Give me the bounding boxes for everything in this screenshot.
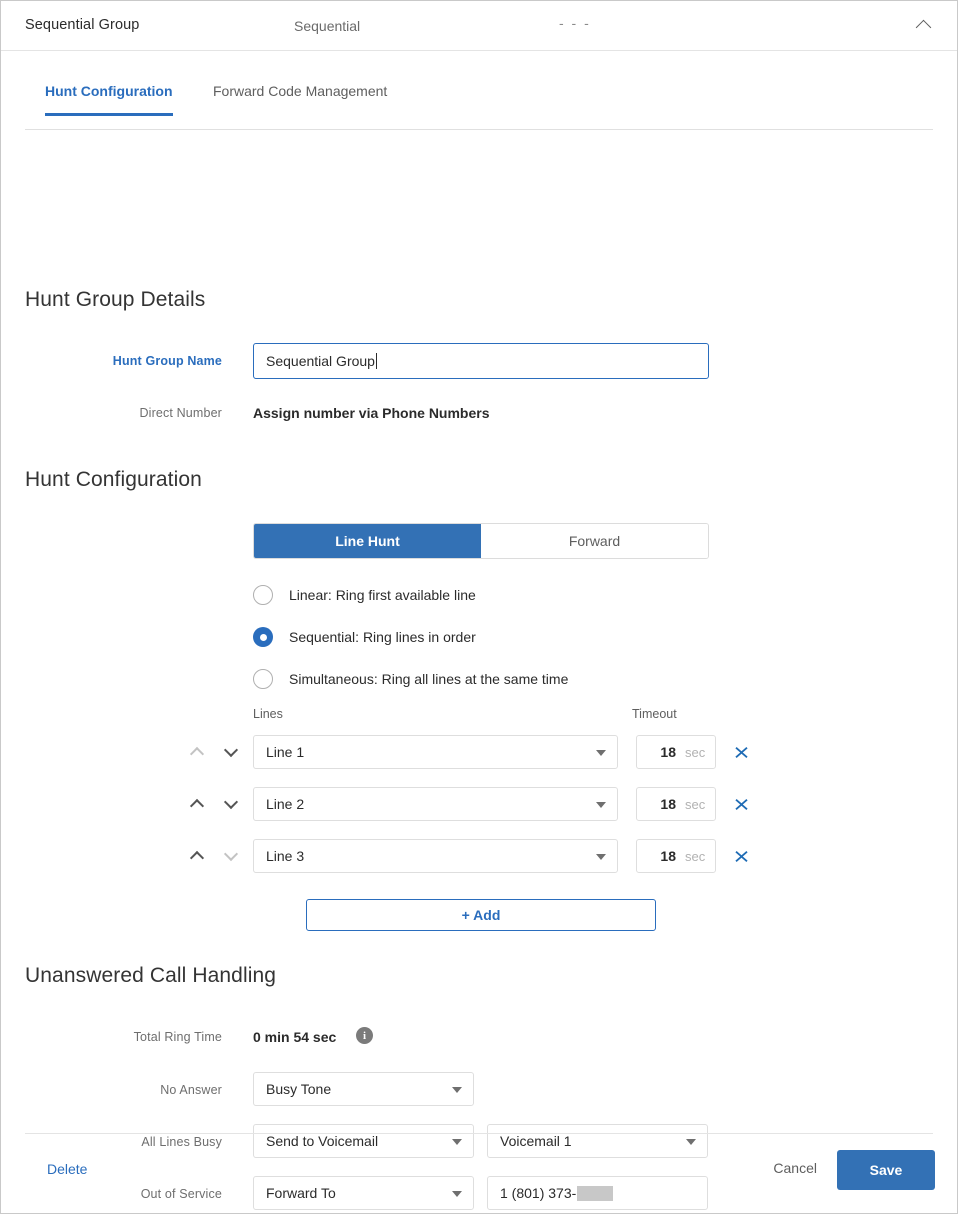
table-row: Line 2 18 sec xyxy=(1,787,957,821)
out-of-service-label: Out of Service xyxy=(140,1187,222,1201)
all-lines-busy-label: All Lines Busy xyxy=(141,1135,222,1149)
chevron-down-icon xyxy=(223,794,239,810)
hunt-group-number-placeholder: - - - xyxy=(559,15,591,31)
hunt-group-title: Sequential Group xyxy=(25,17,140,33)
timeout-input-2[interactable]: 18 sec xyxy=(636,787,716,821)
close-x-icon xyxy=(734,850,748,862)
radio-simultaneous-icon xyxy=(253,669,273,689)
timeout-value-1: 18 xyxy=(660,744,676,760)
hunt-group-name-label: Hunt Group Name xyxy=(112,354,222,368)
out-of-service-number-input[interactable]: 1 (801) 373- xyxy=(487,1176,708,1210)
remove-line-button-2[interactable] xyxy=(730,787,752,821)
tab-bar: Hunt Configuration Forward Code Manageme… xyxy=(25,83,933,130)
unanswered-call-handling-heading: Unanswered Call Handling xyxy=(25,964,277,987)
radio-simultaneous-label: Simultaneous: Ring all lines at the same… xyxy=(289,671,569,687)
chevron-up-icon xyxy=(189,850,205,866)
hunt-group-details-heading: Hunt Group Details xyxy=(25,288,206,311)
hunt-group-editor-panel: Sequential Group Sequential - - - Hunt C… xyxy=(0,0,958,1214)
info-icon[interactable]: i xyxy=(356,1027,373,1044)
chevron-down-icon xyxy=(686,1139,696,1145)
no-answer-label: No Answer xyxy=(160,1083,222,1097)
text-caret xyxy=(375,353,377,369)
all-lines-busy-select[interactable]: Send to Voicemail xyxy=(253,1124,474,1158)
line-select-2[interactable]: Line 2 xyxy=(253,787,618,821)
chevron-up-icon xyxy=(189,798,205,814)
chevron-down-icon xyxy=(452,1139,462,1145)
chevron-down-icon xyxy=(452,1191,462,1197)
out-of-service-value: Forward To xyxy=(266,1185,336,1201)
remove-line-button-1[interactable] xyxy=(730,735,752,769)
radio-sequential-label: Sequential: Ring lines in order xyxy=(289,629,476,645)
chevron-down-icon xyxy=(596,750,606,756)
timeout-input-3[interactable]: 18 sec xyxy=(636,839,716,873)
line-select-1[interactable]: Line 1 xyxy=(253,735,618,769)
close-x-icon xyxy=(734,746,748,758)
all-lines-busy-target-select[interactable]: Voicemail 1 xyxy=(487,1124,708,1158)
close-x-icon xyxy=(734,798,748,810)
radio-sequential-icon xyxy=(253,627,273,647)
no-answer-value: Busy Tone xyxy=(266,1081,332,1097)
hunt-group-type: Sequential xyxy=(294,18,361,34)
chevron-down-icon xyxy=(223,742,239,758)
move-line-down-button-2[interactable] xyxy=(220,787,242,821)
delete-button[interactable]: Delete xyxy=(47,1161,87,1177)
radio-option-simultaneous[interactable]: Simultaneous: Ring all lines at the same… xyxy=(253,669,568,689)
save-button[interactable]: Save xyxy=(837,1150,935,1190)
chevron-down-icon xyxy=(223,846,239,862)
hunt-mode-segmented-control: Line Hunt Forward xyxy=(253,523,709,559)
total-ring-time-value: 0 min 54 sec xyxy=(253,1029,337,1045)
line-select-3[interactable]: Line 3 xyxy=(253,839,618,873)
timeout-unit-2: sec xyxy=(685,796,706,812)
add-line-button[interactable]: + Add xyxy=(306,899,656,931)
table-row: Line 1 18 sec xyxy=(1,735,957,769)
lines-column-header: Lines xyxy=(253,707,283,721)
timeout-unit-3: sec xyxy=(685,848,706,864)
tab-hunt-configuration[interactable]: Hunt Configuration xyxy=(45,83,173,116)
cancel-button[interactable]: Cancel xyxy=(773,1160,817,1176)
move-line-up-button-2[interactable] xyxy=(186,787,208,821)
all-lines-busy-value: Send to Voicemail xyxy=(266,1133,379,1149)
table-row: Line 3 18 sec xyxy=(1,839,957,873)
direct-number-value: Assign number via Phone Numbers xyxy=(253,405,490,421)
move-line-up-button-3[interactable] xyxy=(186,839,208,873)
timeout-column-header: Timeout xyxy=(632,707,677,721)
chevron-up-icon xyxy=(189,746,205,762)
hunt-configuration-heading: Hunt Configuration xyxy=(25,468,202,491)
radio-option-linear[interactable]: Linear: Ring first available line xyxy=(253,585,476,605)
radio-linear-icon xyxy=(253,585,273,605)
chevron-down-icon xyxy=(596,802,606,808)
timeout-value-3: 18 xyxy=(660,848,676,864)
line-select-value-1: Line 1 xyxy=(266,744,305,760)
remove-line-button-3[interactable] xyxy=(730,839,752,873)
chevron-down-icon xyxy=(596,854,606,860)
hunt-group-name-value: Sequential Group xyxy=(266,353,375,369)
collapse-panel-button[interactable] xyxy=(909,11,937,39)
direct-number-label: Direct Number xyxy=(139,406,222,420)
all-lines-busy-target-value: Voicemail 1 xyxy=(500,1133,572,1149)
panel-header: Sequential Group Sequential - - - xyxy=(1,1,957,51)
out-of-service-number-value: 1 (801) 373- xyxy=(500,1185,577,1201)
move-line-down-button-1[interactable] xyxy=(220,735,242,769)
tab-forward-code-management[interactable]: Forward Code Management xyxy=(213,83,387,113)
timeout-input-1[interactable]: 18 sec xyxy=(636,735,716,769)
mode-tab-forward[interactable]: Forward xyxy=(481,524,708,558)
timeout-value-2: 18 xyxy=(660,796,676,812)
mode-tab-line-hunt[interactable]: Line Hunt xyxy=(254,524,481,558)
radio-option-sequential[interactable]: Sequential: Ring lines in order xyxy=(253,627,476,647)
timeout-unit-1: sec xyxy=(685,744,706,760)
chevron-up-icon xyxy=(915,19,931,35)
move-line-up-button-1[interactable] xyxy=(186,735,208,769)
footer-divider xyxy=(25,1133,933,1134)
line-select-value-3: Line 3 xyxy=(266,848,305,864)
radio-linear-label: Linear: Ring first available line xyxy=(289,587,476,603)
out-of-service-select[interactable]: Forward To xyxy=(253,1176,474,1210)
chevron-down-icon xyxy=(452,1087,462,1093)
hunt-group-name-input[interactable]: Sequential Group xyxy=(253,343,709,379)
move-line-down-button-3[interactable] xyxy=(220,839,242,873)
line-select-value-2: Line 2 xyxy=(266,796,305,812)
total-ring-time-label: Total Ring Time xyxy=(133,1030,222,1044)
redacted-number-block xyxy=(577,1185,614,1201)
no-answer-select[interactable]: Busy Tone xyxy=(253,1072,474,1106)
